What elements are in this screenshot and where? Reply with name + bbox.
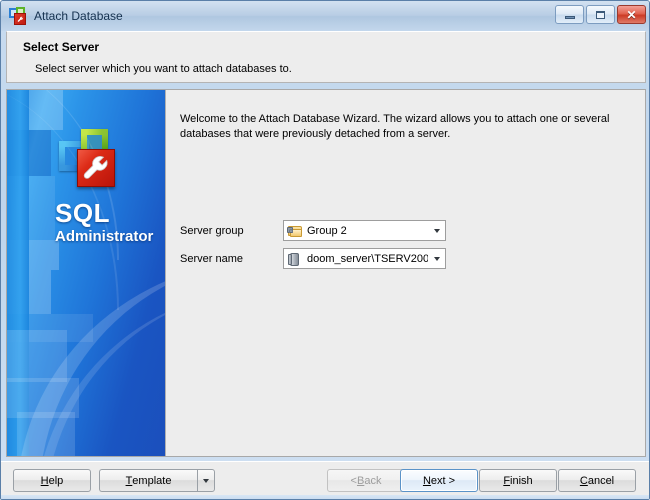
folder-lock-icon [287,223,303,239]
back-accel: B [356,474,365,487]
back-label: ack [364,474,382,487]
next-accel: N [422,474,431,487]
close-icon: ✕ [626,7,637,22]
finish-accel: F [503,474,511,487]
server-name-combobox[interactable]: doom_server\TSERV2005 [283,248,446,269]
server-name-row: Server name doom_server\TSERV2005 [180,248,446,269]
close-button[interactable]: ✕ [617,5,646,24]
next-button[interactable]: Next > [400,469,478,492]
next-label: ext > [430,474,456,487]
server-name-label: Server name [180,252,243,265]
server-group-value: Group 2 [307,224,347,237]
server-group-row: Server group Group 2 [180,220,446,241]
footer-bottom-strip [1,495,649,499]
maximize-button[interactable] [586,5,615,24]
window-controls: ✕ [555,5,646,24]
chevron-down-icon [433,256,440,261]
wizard-content: Welcome to the Attach Database Wizard. T… [165,90,645,456]
title-bar: Attach Database ✕ [1,1,649,31]
cancel-label: ancel [587,474,615,487]
chevron-down-icon [203,478,209,483]
server-group-dropdown-arrow[interactable] [428,221,445,240]
minimize-button[interactable] [555,5,584,24]
cancel-button[interactable]: Cancel [558,469,636,492]
logo-title: SQL [55,198,110,228]
cancel-accel: C [579,474,588,487]
server-icon [287,251,303,267]
server-name-value: doom_server\TSERV2005 [307,252,428,265]
back-button[interactable]: < Back [327,469,405,492]
help-label: elp [48,474,64,487]
finish-label: inish [510,474,533,487]
sql-administrator-logo [59,127,123,191]
server-name-dropdown-arrow[interactable] [428,249,445,268]
attach-database-window: Attach Database ✕ Select Server Select s… [0,0,650,500]
template-label: emplate [132,474,172,487]
logo-wrench-icon [81,153,111,183]
help-accel: H [40,474,49,487]
logo-subtitle: Administrator [55,228,154,245]
server-group-combobox[interactable]: Group 2 [283,220,446,241]
lock-body [287,226,293,233]
page-subtitle: Select server which you want to attach d… [35,63,292,75]
app-icon [9,7,27,25]
maximize-icon [596,10,605,19]
app-icon-wrench [17,16,24,23]
server-side [288,253,292,265]
window-title: Attach Database [34,9,123,23]
wizard-body: SQL Administrator Welcome to the Attach … [6,89,646,457]
finish-button[interactable]: Finish [479,469,557,492]
template-accel: T [125,474,133,487]
wizard-footer: Help Template < Back Next > Finish Cance… [1,461,649,499]
welcome-text: Welcome to the Attach Database Wizard. T… [180,113,610,140]
minimize-icon [564,16,575,19]
help-button[interactable]: Help [13,469,91,492]
template-button[interactable]: Template [99,469,197,492]
chevron-down-icon [433,228,440,233]
lock-shackle [289,228,293,233]
wizard-sidebar-banner: SQL Administrator [7,90,165,456]
wizard-header: Select Server Select server which you wa… [6,31,646,83]
template-dropdown-button[interactable] [197,469,215,492]
server-group-label: Server group [180,224,244,237]
page-title: Select Server [23,40,100,54]
